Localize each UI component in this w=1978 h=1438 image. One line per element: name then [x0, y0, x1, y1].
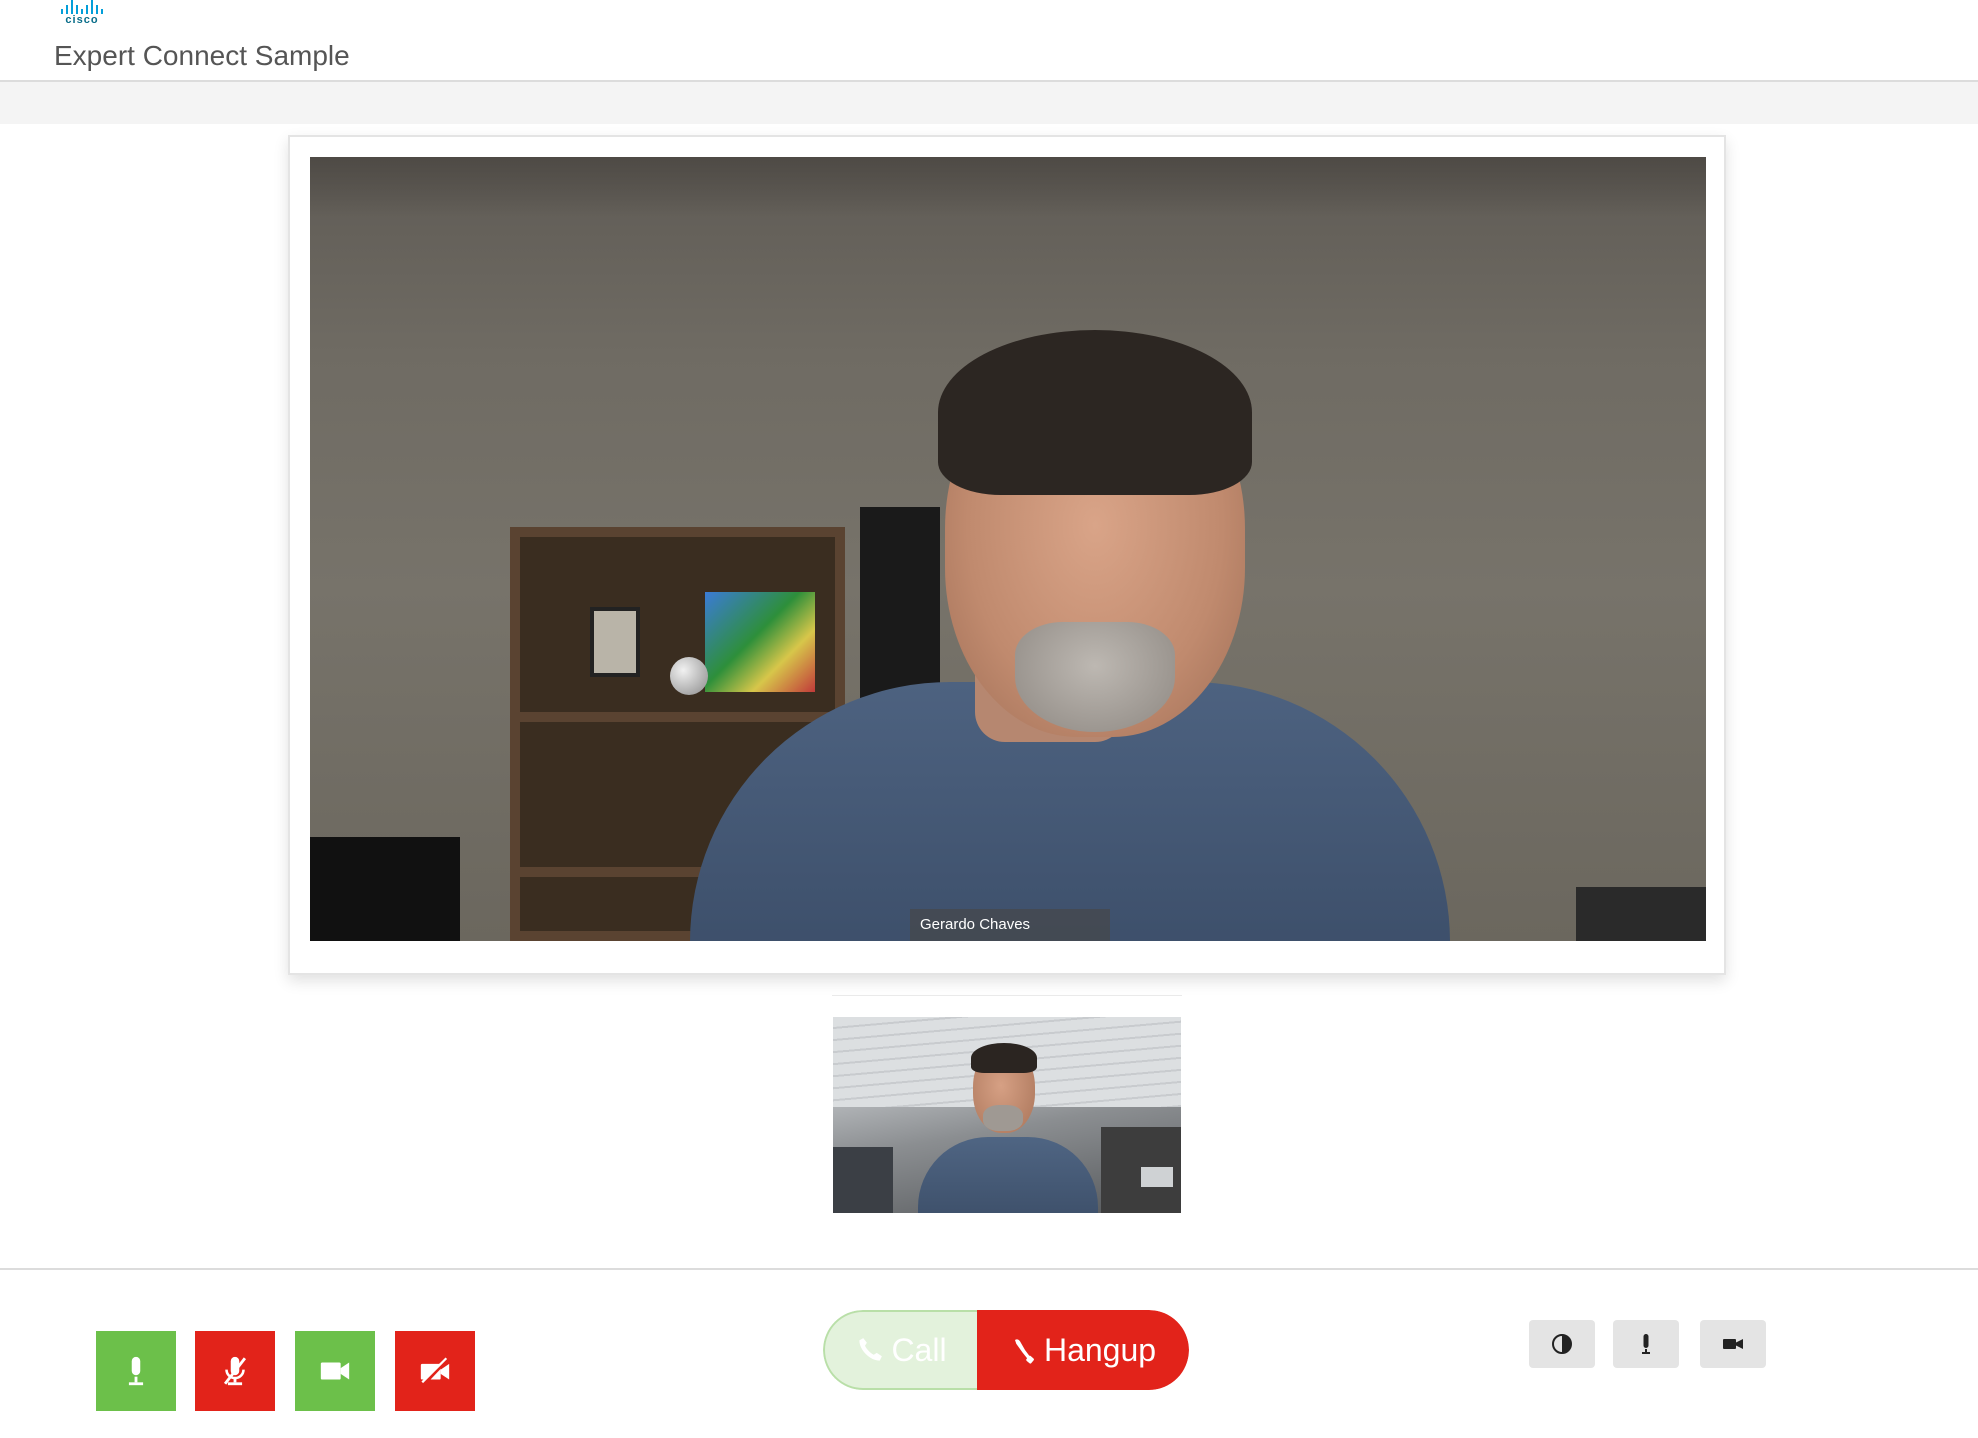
cisco-logo-bars: [54, 0, 110, 14]
video-settings-button[interactable]: [1700, 1320, 1766, 1368]
sub-header-bar: [0, 82, 1978, 124]
cisco-logo: cisco: [54, 0, 110, 30]
self-view-header: [832, 995, 1182, 1017]
participant-name-label: Gerardo Chaves: [910, 909, 1110, 941]
video-monitor: [310, 837, 460, 941]
microphone-icon: [1642, 1334, 1650, 1354]
theme-toggle-button[interactable]: [1529, 1320, 1595, 1368]
start-video-button[interactable]: [295, 1331, 375, 1411]
self-video: [833, 1017, 1181, 1213]
hangup-button[interactable]: Hangup: [977, 1310, 1189, 1390]
video-keyboard: [1576, 887, 1706, 941]
footer-divider: [0, 1268, 1978, 1270]
video-camera-icon: [320, 1362, 350, 1380]
video-camera-off-icon: [420, 1356, 450, 1387]
page-title: Expert Connect Sample: [54, 40, 350, 71]
mute-audio-button[interactable]: [195, 1331, 275, 1411]
stop-video-button[interactable]: [395, 1331, 475, 1411]
call-label: Call: [891, 1331, 947, 1368]
call-button[interactable]: Call: [823, 1310, 977, 1390]
audio-settings-button[interactable]: [1613, 1320, 1679, 1368]
phone-icon: [859, 1338, 883, 1361]
microphone-muted-icon: [223, 1356, 247, 1386]
remote-video: Gerardo Chaves: [310, 157, 1706, 941]
video-camera-icon: [1723, 1339, 1743, 1349]
remote-video-frame: Gerardo Chaves: [288, 135, 1726, 975]
microphone-icon: [128, 1356, 144, 1386]
video-ceiling: [310, 157, 1706, 217]
remote-participant: [690, 330, 1450, 941]
cisco-logo-text: cisco: [65, 14, 99, 26]
hangup-phone-icon: [1014, 1339, 1034, 1364]
call-controls: Call Hangup: [823, 1310, 1189, 1390]
app-header: cisco Expert Connect Sample: [0, 0, 1978, 82]
unmute-audio-button[interactable]: [96, 1331, 176, 1411]
hangup-label: Hangup: [1043, 1331, 1157, 1368]
contrast-icon: [1552, 1334, 1572, 1354]
